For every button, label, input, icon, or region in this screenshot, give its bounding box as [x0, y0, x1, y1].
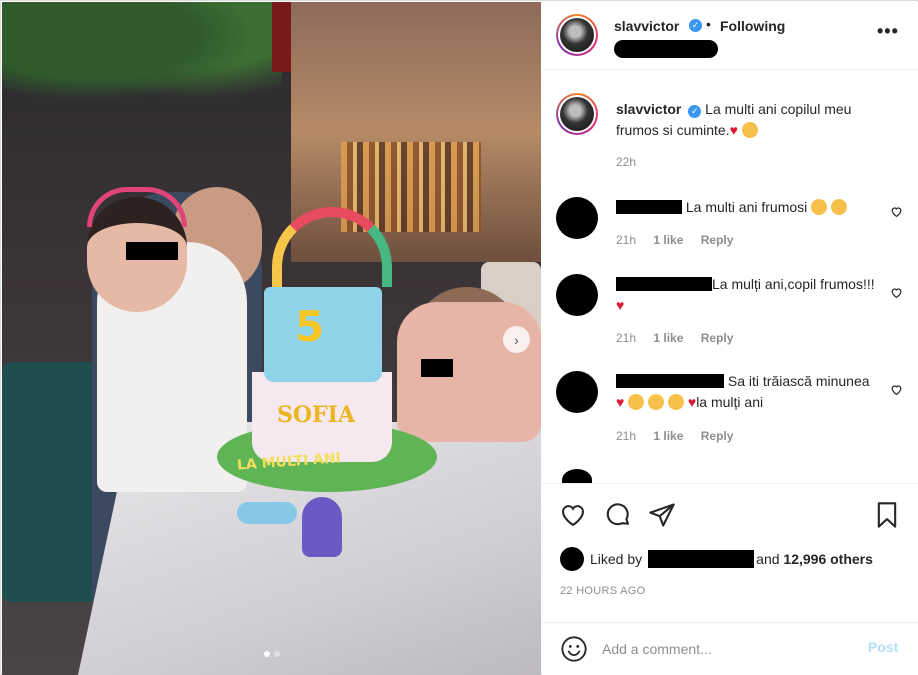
- liker-username-censor-bar: [648, 550, 755, 568]
- red-heart-emoji-icon: ♥: [616, 394, 625, 410]
- comment-input[interactable]: [602, 637, 852, 661]
- post-modal: 5 SOFIA LA MULTI ANI › slavvictor ✓ • Fo…: [0, 0, 918, 675]
- comment-text: Sa iti trăiască minunea ♥ ♥la mulți ani: [616, 371, 876, 413]
- comment-time[interactable]: 21h: [616, 429, 636, 443]
- comment-meta: 21h 1 like Reply: [616, 331, 747, 345]
- paper-plane-icon[interactable]: [647, 500, 677, 530]
- author-username[interactable]: slavvictor: [614, 18, 679, 34]
- carousel-dot: [274, 651, 280, 657]
- plants-decor: [2, 2, 282, 112]
- heart-eyes-emoji-icon: [648, 394, 665, 410]
- post-button[interactable]: Post: [868, 639, 898, 655]
- username-censor-bar: [616, 374, 724, 388]
- likes-count[interactable]: 12,996 others: [783, 551, 873, 567]
- post-panel: slavvictor ✓ • Following ••• slavvictor …: [542, 2, 918, 675]
- next-photo-button[interactable]: ›: [503, 326, 530, 353]
- reply-button[interactable]: Reply: [701, 331, 734, 345]
- reply-button[interactable]: Reply: [701, 429, 734, 443]
- red-heart-emoji-icon: ♥: [616, 297, 625, 313]
- comment-likes[interactable]: 1 like: [653, 331, 683, 345]
- cake-name: SOFIA: [277, 402, 356, 428]
- post-header: slavvictor ✓ • Following •••: [542, 2, 918, 70]
- liked-by-prefix: Liked by: [590, 551, 643, 567]
- caption-text: slavvictor ✓ La multi ani copilul meu fr…: [616, 99, 886, 141]
- face-censor-bar: [421, 359, 453, 377]
- comment-text: La mulți ani,copil frumos!!! ♥: [616, 274, 876, 316]
- location-censor-bar: [614, 40, 718, 58]
- commenter-avatar[interactable]: [562, 469, 592, 483]
- commenter-avatar[interactable]: [556, 371, 598, 413]
- comment-meta: 21h 1 like Reply: [616, 233, 747, 247]
- red-heart-emoji-icon: ♥: [687, 394, 697, 410]
- liked-by-connector: and: [756, 551, 780, 567]
- caption-avatar[interactable]: [556, 93, 598, 135]
- more-options-icon[interactable]: •••: [877, 21, 899, 42]
- comment-body: La multi ani frumosi: [685, 199, 808, 215]
- reply-button[interactable]: Reply: [701, 233, 734, 247]
- comment-body: La mulți ani,copil frumos!!!: [712, 276, 875, 292]
- comment-body: Sa iti trăiască minunea: [727, 373, 870, 389]
- caption-username[interactable]: slavvictor: [616, 101, 681, 117]
- comment-text: La multi ani frumosi: [616, 197, 876, 218]
- comment-body-end: la mulți ani: [696, 394, 764, 410]
- kissing-face-emoji-icon: [741, 122, 758, 138]
- smiling-face-emoji-icon: [831, 199, 848, 215]
- second-girl-figure: [397, 302, 541, 442]
- add-comment-bar: Post: [542, 622, 918, 675]
- heart-icon[interactable]: [558, 500, 588, 530]
- commenter-avatar[interactable]: [556, 197, 598, 239]
- action-bar: Liked by and 12,996 others 22 HOURS AGO: [542, 483, 918, 623]
- pony-toy: [237, 502, 297, 524]
- comment-time[interactable]: 21h: [616, 233, 636, 247]
- post-timestamp[interactable]: 22 HOURS AGO: [560, 585, 646, 597]
- comment-icon[interactable]: [603, 500, 633, 530]
- comment-like-heart-icon[interactable]: [890, 286, 903, 299]
- comment-like-heart-icon[interactable]: [890, 383, 903, 396]
- liker-avatar[interactable]: [560, 547, 584, 571]
- heart-eyes-emoji-icon: [628, 394, 645, 410]
- caption-time[interactable]: 22h: [616, 155, 636, 169]
- carousel-dots: [264, 651, 280, 657]
- bookmark-icon[interactable]: [872, 500, 902, 530]
- username-censor-bar: [616, 200, 682, 214]
- carousel-dot-active: [264, 651, 270, 657]
- username-censor-bar: [616, 277, 712, 291]
- comment-likes[interactable]: 1 like: [653, 233, 683, 247]
- heart-eyes-emoji-icon: [667, 394, 684, 410]
- comment-like-heart-icon[interactable]: [890, 205, 903, 218]
- face-censor-bar: [126, 242, 178, 260]
- verified-badge-icon: ✓: [689, 19, 702, 32]
- post-photo[interactable]: 5 SOFIA LA MULTI ANI ›: [2, 2, 541, 675]
- red-heart-emoji-icon: ♥: [729, 122, 738, 138]
- liked-by[interactable]: Liked by and 12,996 others: [560, 547, 873, 571]
- cake-number: 5: [295, 302, 325, 351]
- chevron-right-icon: ›: [514, 331, 519, 348]
- comment-time[interactable]: 21h: [616, 331, 636, 345]
- smiling-hearts-emoji-icon: [811, 199, 828, 215]
- following-button[interactable]: Following: [720, 18, 785, 34]
- separator-dot: •: [706, 16, 711, 32]
- smiley-icon[interactable]: [560, 635, 588, 663]
- comments-section[interactable]: slavvictor ✓ La multi ani copilul meu fr…: [542, 71, 918, 483]
- comment-meta: 21h 1 like Reply: [616, 429, 747, 443]
- doll-toy: [302, 497, 342, 557]
- verified-badge-icon: ✓: [688, 105, 702, 118]
- commenter-avatar[interactable]: [556, 274, 598, 316]
- author-avatar[interactable]: [556, 14, 598, 56]
- comment-likes[interactable]: 1 like: [653, 429, 683, 443]
